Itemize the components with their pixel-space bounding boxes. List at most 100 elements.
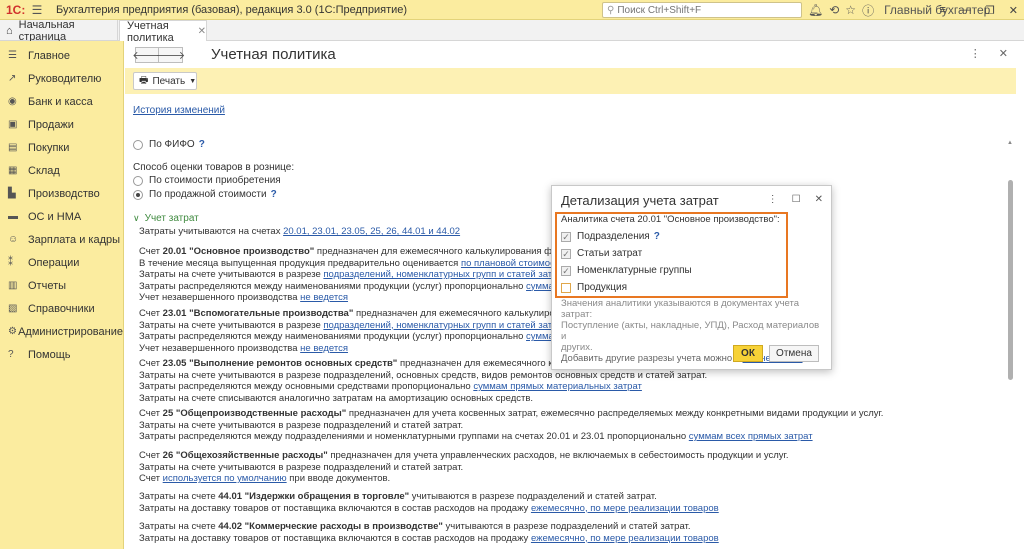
close-form-icon[interactable]: ✕ <box>999 47 1008 60</box>
text: Счет <box>139 246 163 257</box>
arrow-right-icon: 🡒 <box>155 50 186 62</box>
checkbox-checked-icon[interactable]: ✓ <box>561 265 571 276</box>
window-controls: ≡ — ❐ ✕ <box>939 0 1018 20</box>
tab-close-icon[interactable]: ✕ <box>198 26 206 37</box>
tab-home[interactable]: ⌂ Начальная страница <box>0 18 118 43</box>
help-question-icon[interactable]: ? <box>271 189 277 200</box>
people-icon: ☺ <box>8 234 19 245</box>
settings-menu-icon[interactable]: ≡ <box>939 4 945 16</box>
check-label: Номенклатурные группы <box>577 265 692 276</box>
sidebar-item-admin[interactable]: ⚙ Администрирование <box>0 320 123 343</box>
text: Затраты распределяются между основными с… <box>139 381 474 393</box>
form-controls: ⋮ ✕ <box>970 47 1008 60</box>
close-icon[interactable]: ✕ <box>815 194 823 205</box>
sidebar-item-payroll[interactable]: ☺ Зарплата и кадры <box>0 228 123 251</box>
fifo-radio[interactable] <box>133 139 143 150</box>
material-costs-link[interactable]: суммам прямых материальных затрат <box>473 381 642 392</box>
sidebar-item-main[interactable]: ☰ Главное <box>0 44 123 67</box>
account-name: 23.05 "Выполнение ремонтов основных сред… <box>162 358 398 369</box>
check-departments[interactable]: ✓ Подразделения ? <box>561 231 660 242</box>
close-icon[interactable]: ✕ <box>1009 4 1018 17</box>
fifo-option[interactable]: По ФИФО ? <box>133 139 205 150</box>
more-icon[interactable]: ⋮ <box>970 47 981 60</box>
check-nomenclature-groups[interactable]: ✓ Номенклатурные группы <box>561 265 692 276</box>
text: Затраты на счете учитываются в разрезе п… <box>139 369 708 381</box>
ok-button[interactable]: ОК <box>733 345 763 362</box>
analytics-link[interactable]: подразделений, номенклатурных групп и ст… <box>323 320 566 331</box>
sidebar-item-label: Администрирование <box>18 325 123 338</box>
account-name: 23.01 "Вспомогательные производства" <box>162 308 354 319</box>
check-products[interactable]: Продукция <box>561 282 627 293</box>
sidebar-item-catalogs[interactable]: ▧ Справочники <box>0 297 123 320</box>
bell-icon[interactable]: 🔔︎ <box>808 3 823 17</box>
planned-cost-link[interactable]: по плановой стоимости <box>461 258 565 269</box>
wip-link[interactable]: не ведется <box>300 343 348 354</box>
sidebar-item-manager[interactable]: ↗ Руководителю <box>0 67 123 90</box>
sidebar-item-purchases[interactable]: ▤ Покупки <box>0 136 123 159</box>
scrollbar-thumb[interactable] <box>1008 180 1013 380</box>
analytics-link[interactable]: подразделений, номенклатурных групп и ст… <box>323 269 566 280</box>
forward-button[interactable]: 🡒 <box>155 47 186 63</box>
text: Затраты на счете <box>139 491 219 502</box>
sidebar-item-help[interactable]: ? Помощь <box>0 343 123 366</box>
printer-icon: 🖶 <box>139 74 149 86</box>
cost-accounting-group[interactable]: ∨ Учет затрат <box>133 213 199 224</box>
chevron-down-icon: ▼ <box>189 77 197 85</box>
delivery-link[interactable]: ежемесячно, по мере реализации товаров <box>531 503 719 514</box>
maximize-icon[interactable]: ☐ <box>792 194 801 205</box>
help-question-icon[interactable]: ? <box>654 231 660 242</box>
text: учитываются в разрезе подразделений и ст… <box>442 521 691 532</box>
checkbox-checked-icon[interactable]: ✓ <box>561 248 571 259</box>
home-icon: ⌂ <box>6 24 13 37</box>
search-box[interactable]: ⚲ <box>602 2 802 18</box>
sidebar-item-production[interactable]: ▙ Производство <box>0 182 123 205</box>
sidebar-item-label: Справочники <box>28 302 95 315</box>
direct-costs-link[interactable]: суммам всех прямых затрат <box>689 431 813 442</box>
check-label: Статьи затрат <box>577 248 643 259</box>
retail-option-cost[interactable]: По стоимости приобретения <box>133 175 281 186</box>
dialog-title: Детализация учета затрат <box>561 193 719 208</box>
account-name: 44.01 "Издержки обращения в торговле" <box>218 491 410 502</box>
default-link[interactable]: используется по умолчанию <box>163 473 287 484</box>
minimize-icon[interactable]: — <box>960 4 971 16</box>
history-link[interactable]: История изменений <box>133 105 225 116</box>
sidebar-item-warehouse[interactable]: ▦ Склад <box>0 159 123 182</box>
scroll-up-icon[interactable]: ▲ <box>1007 140 1013 146</box>
text: Счет <box>139 408 163 419</box>
delivery-link[interactable]: ежемесячно, по мере реализации товаров <box>531 533 719 544</box>
maximize-icon[interactable]: ❐ <box>985 4 995 17</box>
sidebar-item-label: Продажи <box>28 118 74 131</box>
more-icon[interactable]: ⋮ <box>768 194 778 205</box>
help-question-icon[interactable]: ? <box>199 139 205 150</box>
print-button[interactable]: 🖶 Печать ▼ <box>133 72 197 90</box>
vertical-scrollbar[interactable]: ▲ <box>1007 140 1014 545</box>
accounts-link[interactable]: 20.01, 23.01, 23.05, 25, 26, 44.01 и 44.… <box>283 226 460 237</box>
cancel-button[interactable]: Отмена <box>769 345 819 362</box>
sidebar-item-fixed-assets[interactable]: ▬ ОС и НМА <box>0 205 123 228</box>
truck-icon: ▬ <box>8 211 18 222</box>
sidebar-item-label: Операции <box>28 256 80 269</box>
wip-link[interactable]: не ведется <box>300 292 348 303</box>
text: Затраты учитываются на счетах <box>139 226 284 237</box>
retail-sale-price-radio[interactable] <box>133 189 143 200</box>
sidebar-item-operations[interactable]: ⁑ Операции <box>0 251 123 274</box>
main-menu-icon[interactable]: ☰ <box>28 3 46 17</box>
tab-home-label: Начальная страница <box>18 18 75 43</box>
check-cost-items[interactable]: ✓ Статьи затрат <box>561 248 642 259</box>
checkbox-checked-icon[interactable]: ✓ <box>561 231 571 242</box>
star-icon[interactable]: ☆ <box>845 3 856 17</box>
tab-accounting-policy[interactable]: Учетная политика ✕ <box>119 20 207 44</box>
info-icon[interactable]: ⓘ <box>862 2 874 19</box>
bank-icon: ◉ <box>8 96 17 107</box>
retail-option-sale-price[interactable]: По продажной стоимости ? <box>133 189 277 200</box>
checkbox-unchecked-icon[interactable] <box>561 282 571 293</box>
search-input[interactable] <box>617 4 788 16</box>
history-icon[interactable]: ⟲ <box>829 3 839 17</box>
sidebar-item-reports[interactable]: ▥ Отчеты <box>0 274 123 297</box>
menu-icon: ☰ <box>8 50 17 61</box>
retail-cost-radio[interactable] <box>133 175 143 186</box>
book-icon: ▧ <box>8 303 18 314</box>
text: предназначен для ежемесячного калькулиро… <box>353 308 581 319</box>
sidebar-item-bank[interactable]: ◉ Банк и касса <box>0 90 123 113</box>
sidebar-item-sales[interactable]: ▣ Продажи <box>0 113 123 136</box>
